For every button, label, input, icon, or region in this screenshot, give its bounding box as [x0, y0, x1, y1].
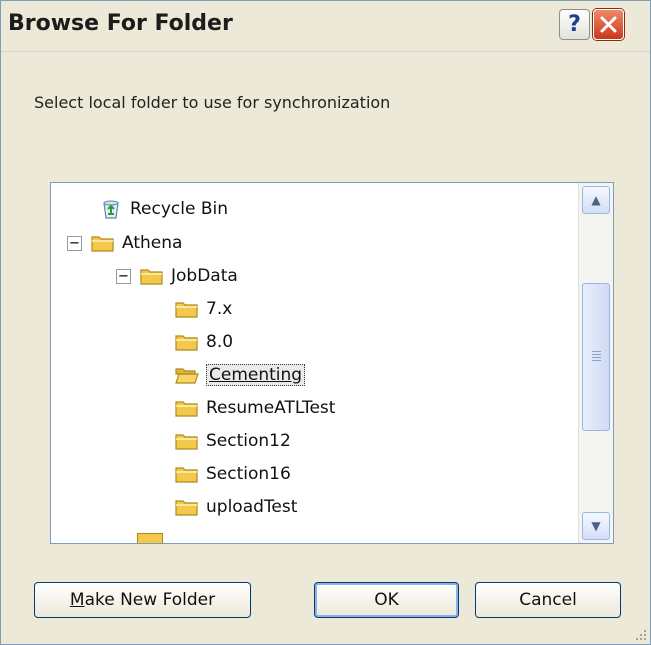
tree-item-label: Section16 [206, 464, 291, 484]
tree-item-label: 8.0 [206, 332, 234, 352]
folder-icon [175, 500, 198, 516]
tree-item-label: Recycle Bin [130, 199, 229, 219]
resize-grip-icon[interactable] [633, 627, 647, 641]
folder-icon [175, 467, 198, 483]
make-new-folder-button[interactable]: Make New Folder [34, 582, 251, 618]
scroll-up-button[interactable]: ▲ [582, 186, 610, 214]
close-icon [600, 16, 617, 33]
folder-icon [175, 302, 198, 318]
close-button[interactable] [593, 9, 624, 40]
window-title: Browse For Folder [8, 11, 233, 36]
collapse-athena-toggle[interactable]: − [67, 236, 82, 251]
tree-item-jobdata[interactable]: JobData [140, 262, 238, 290]
chevron-up-icon: ▲ [591, 193, 601, 207]
scroll-down-button[interactable]: ▼ [582, 512, 610, 540]
scrollbar-thumb[interactable] [582, 283, 610, 431]
tree-item-label: Athena [122, 233, 183, 253]
partial-folder-icon [137, 533, 163, 543]
tree-item-label: uploadTest [206, 497, 298, 517]
folder-icon [175, 401, 198, 417]
tree-item-7x[interactable]: 7.x [175, 295, 232, 323]
folder-icon [175, 335, 198, 351]
tree-item-label: JobData [171, 266, 238, 286]
tree-item-uploadtest[interactable]: uploadTest [175, 493, 297, 521]
ok-label: OK [374, 590, 399, 610]
folder-icon [91, 236, 114, 252]
open-folder-icon [175, 368, 199, 384]
folder-icon [140, 269, 163, 285]
tree-item-section16[interactable]: Section16 [175, 460, 291, 488]
browse-for-folder-dialog: Browse For Folder ? Select local folder … [0, 0, 651, 645]
tree-item-8-0[interactable]: 8.0 [175, 328, 233, 356]
folder-tree[interactable]: Recycle Bin − Athena − JobData 7.x 8.0 C… [50, 182, 614, 544]
cancel-label: Cancel [519, 590, 577, 610]
vertical-scrollbar[interactable]: ▲ ▼ [578, 183, 613, 543]
tree-item-recycle-bin[interactable]: Recycle Bin [99, 195, 228, 223]
tree-item-label: Section12 [206, 431, 291, 451]
help-icon: ? [568, 12, 581, 37]
tree-item-athena[interactable]: Athena [91, 229, 182, 257]
chevron-down-icon: ▼ [591, 519, 601, 533]
grip-icon [592, 351, 601, 352]
recycle-bin-icon [103, 200, 119, 219]
cancel-button[interactable]: Cancel [475, 582, 621, 618]
help-button[interactable]: ? [559, 9, 590, 40]
tree-item-label: Cementing [206, 364, 306, 386]
tree-item-label: 7.x [206, 299, 233, 319]
tree-item-label: ResumeATLTest [206, 398, 336, 418]
title-bar[interactable]: Browse For Folder ? [1, 1, 650, 52]
tree-item-section12[interactable]: Section12 [175, 427, 291, 455]
ok-button[interactable]: OK [314, 582, 459, 618]
instruction-text: Select local folder to use for synchroni… [34, 93, 391, 112]
folder-icon [175, 434, 198, 450]
collapse-jobdata-toggle[interactable]: − [116, 269, 131, 284]
tree-item-cementing[interactable]: Cementing [175, 361, 306, 389]
make-new-folder-label: Make New Folder [69, 590, 216, 610]
tree-item-resumeatltest[interactable]: ResumeATLTest [175, 394, 335, 422]
